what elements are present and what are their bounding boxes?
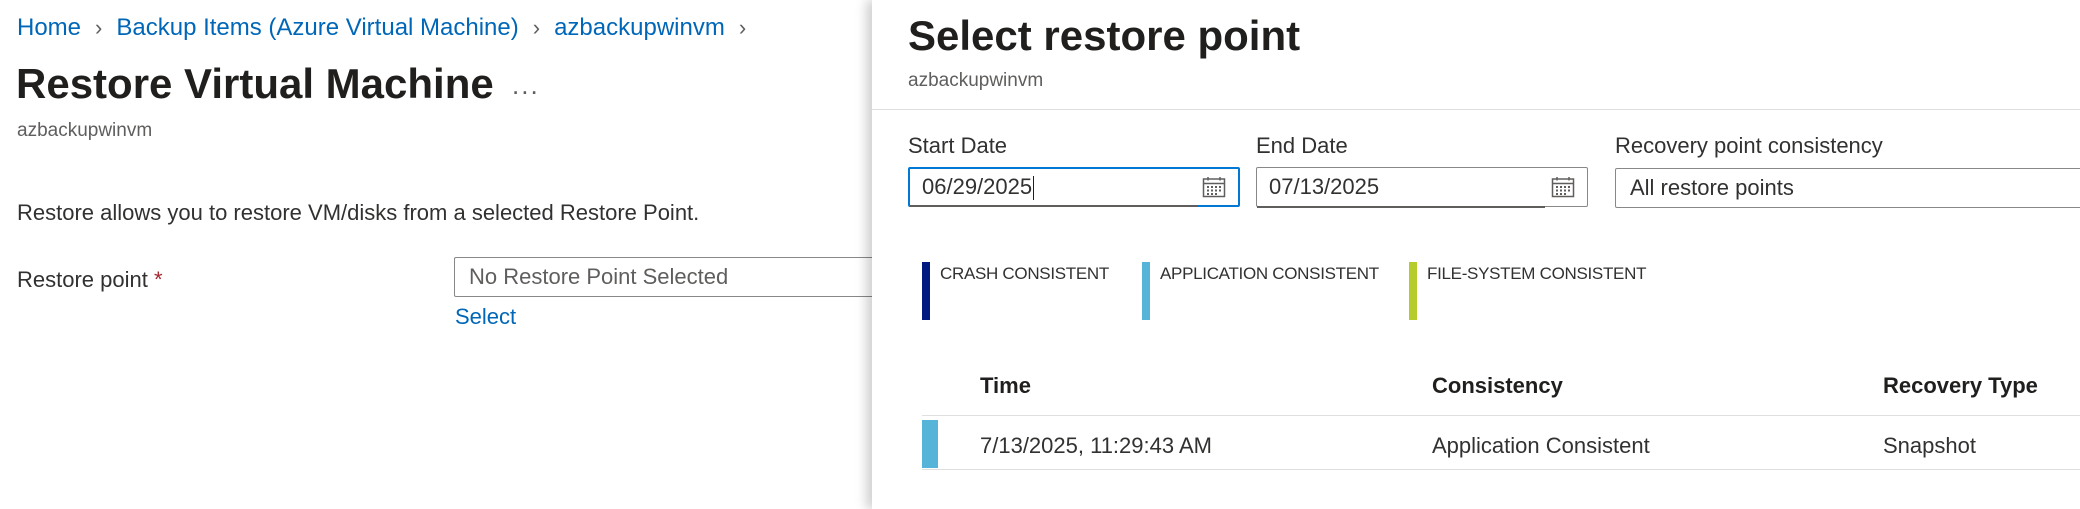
start-date-underline [910,205,1198,207]
end-date-underline [1257,206,1545,208]
legend-swatch [1409,262,1417,320]
end-date-value: 07/13/2025 [1269,174,1380,199]
restore-point-label: Restore point * [17,267,163,293]
breadcrumb: Home › Backup Items (Azure Virtual Machi… [17,14,760,42]
legend-swatch [922,262,930,320]
restore-vm-blade: Home › Backup Items (Azure Virtual Machi… [0,0,884,509]
cell-recovery-type: Snapshot [1883,433,1976,458]
legend-label: CRASH CONSISTENT [940,264,1109,283]
cell-consistency: Application Consistent [1432,433,1650,458]
table-row-divider [922,469,2080,470]
start-date-text: 06/29/2025 [922,173,1033,199]
consistency-label: Recovery point consistency [1615,133,1883,158]
chevron-right-icon: › [95,15,103,40]
calendar-icon[interactable] [1202,176,1226,198]
column-header-time[interactable]: Time [980,373,1031,399]
page-subtitle: azbackupwinvm [17,120,153,141]
legend-filesystem-consistent: FILE-SYSTEM CONSISTENT [1409,262,1646,320]
consistency-dropdown-value: All restore points [1630,175,1794,200]
row-consistency-indicator [922,420,938,468]
start-date-input[interactable]: 06/29/2025 [908,167,1240,207]
table-header-divider [922,415,2080,416]
page-title: Restore Virtual Machine [16,60,494,107]
legend-swatch [1142,262,1150,320]
panel-divider [872,109,2080,110]
breadcrumb-home[interactable]: Home [17,14,81,42]
more-options-button[interactable]: ... [512,70,540,101]
select-restore-point-link[interactable]: Select [455,304,516,330]
column-header-consistency[interactable]: Consistency [1432,373,1563,399]
required-marker: * [153,267,163,292]
select-restore-point-panel: Select restore point azbackupwinvm Start… [872,0,2080,509]
end-date-label: End Date [1256,133,1348,158]
cell-time: 7/13/2025, 11:29:43 AM [980,433,1212,458]
legend-label: APPLICATION CONSISTENT [1160,264,1379,283]
legend-label: FILE-SYSTEM CONSISTENT [1427,264,1647,283]
restore-point-label-text: Restore point [17,267,148,292]
chevron-right-icon: › [532,15,541,40]
breadcrumb-backup-items[interactable]: Backup Items (Azure Virtual Machine) [116,14,518,42]
calendar-icon[interactable] [1551,176,1575,198]
restore-point-field[interactable]: No Restore Point Selected [454,257,884,297]
panel-title: Select restore point [908,12,1301,59]
legend-crash-consistent: CRASH CONSISTENT [922,262,1109,320]
restore-description: Restore allows you to restore VM/disks f… [17,200,700,225]
end-date-input[interactable]: 07/13/2025 [1256,167,1588,208]
start-date-label: Start Date [908,133,1008,158]
column-header-recovery-type[interactable]: Recovery Type [1883,373,2038,399]
text-caret [1033,176,1035,201]
legend-application-consistent: APPLICATION CONSISTENT [1142,262,1379,320]
chevron-right-icon: › [738,15,747,40]
breadcrumb-vm[interactable]: azbackupwinvm [554,14,725,42]
consistency-dropdown[interactable]: All restore points [1615,168,2080,208]
panel-subtitle: azbackupwinvm [908,70,1044,91]
start-date-value: 06/29/2025 [922,173,1202,201]
